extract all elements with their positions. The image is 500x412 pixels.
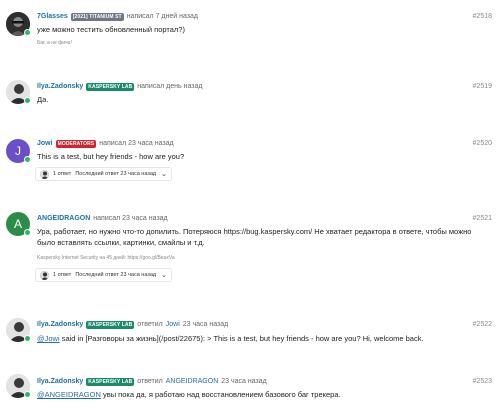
- avatar[interactable]: [6, 12, 32, 38]
- post-number[interactable]: #2521: [473, 214, 492, 223]
- mention-link[interactable]: @ANGEIDRAGON: [37, 390, 101, 399]
- username-link[interactable]: Jowi: [37, 139, 53, 148]
- online-dot-icon: [24, 335, 31, 342]
- post-signature: Баг, а не фича!: [37, 40, 72, 46]
- avatar[interactable]: [6, 318, 32, 344]
- chevron-down-icon: ⌄: [161, 272, 167, 279]
- username-link[interactable]: Ilya.Zadonsky: [37, 320, 83, 329]
- online-dot-icon: [24, 97, 31, 104]
- post-meta: 7Glasses [2021] TITANIUM ST написал 7 дн…: [37, 12, 198, 21]
- replies-last: Последний ответ 23 часа назад: [75, 171, 157, 177]
- online-dot-icon: [24, 29, 31, 36]
- user-badge: [2021] TITANIUM ST: [70, 12, 124, 21]
- user-badge: KASPERSKY LAB: [86, 377, 135, 386]
- replies-count: 1 ответ: [53, 171, 72, 177]
- post-time[interactable]: написал 23 часа назад: [93, 214, 167, 223]
- post-body: Ура, работает, но нужно что-то допилить.…: [37, 227, 472, 247]
- post-time[interactable]: написал день назад: [137, 82, 202, 91]
- post-meta: Ilya.Zadonsky KASPERSKY LAB ответил ANGE…: [37, 377, 267, 386]
- post-number[interactable]: #2523: [473, 377, 492, 386]
- reply-action: ответил: [137, 321, 163, 328]
- reply-target-link[interactable]: ANGEIDRAGON: [166, 377, 219, 386]
- avatar[interactable]: [6, 374, 32, 400]
- avatar[interactable]: [6, 80, 32, 106]
- post-text: увы пока да, я работаю над восстановлени…: [100, 390, 341, 399]
- post-body: @Jowi said in [Разговоры за жизнь](/post…: [37, 333, 490, 344]
- post-body: @ANGEIDRAGON увы пока да, я работаю над …: [37, 389, 490, 400]
- avatar[interactable]: J: [6, 139, 32, 165]
- post-time[interactable]: 23 часа назад: [183, 320, 228, 329]
- username-link[interactable]: 7Glasses: [37, 12, 68, 21]
- online-dot-icon: [24, 156, 31, 163]
- user-badge: KASPERSKY LAB: [86, 82, 135, 91]
- post-body: Да.: [37, 95, 49, 104]
- post-body: This is a test, but hey friends - how ar…: [37, 152, 185, 161]
- post-signature: Kaspersky Internet Security на 45 дней: …: [37, 255, 175, 261]
- post-time[interactable]: 23 часа назад: [221, 377, 266, 386]
- username-link[interactable]: Ilya.Zadonsky: [37, 377, 83, 386]
- user-badge: KASPERSKY LAB: [86, 320, 135, 329]
- replies-last: Последний ответ 23 часа назад: [75, 272, 157, 278]
- online-dot-icon: [24, 229, 31, 236]
- username-link[interactable]: ANGEIDRAGON: [37, 214, 90, 223]
- post-text: said in [Разговоры за жизнь](/post/22675…: [59, 334, 424, 343]
- reply-avatar: [40, 270, 49, 280]
- post-number[interactable]: #2522: [473, 320, 492, 329]
- replies-count: 1 ответ: [53, 272, 72, 278]
- reply-action: ответил: [137, 378, 163, 385]
- post-body: уже можно тестить обновленный портал?): [37, 25, 185, 34]
- replies-button[interactable]: 1 ответ Последний ответ 23 часа назад ⌄: [35, 268, 172, 282]
- post-meta: Ilya.Zadonsky KASPERSKY LAB ответил Jowi…: [37, 320, 228, 329]
- post-number[interactable]: #2519: [473, 82, 492, 91]
- user-badge: MODERATORS: [55, 139, 97, 148]
- post-time[interactable]: написал 23 часа назад: [99, 139, 173, 148]
- post-number[interactable]: #2518: [473, 12, 492, 21]
- post-meta: Ilya.Zadonsky KASPERSKY LAB написал день…: [37, 82, 202, 91]
- post-meta: Jowi MODERATORS написал 23 часа назад: [37, 139, 174, 148]
- reply-target-link[interactable]: Jowi: [166, 320, 180, 329]
- replies-button[interactable]: 1 ответ Последний ответ 23 часа назад ⌄: [35, 167, 172, 181]
- post-time[interactable]: написал 7 дней назад: [127, 12, 198, 21]
- post-meta: ANGEIDRAGON написал 23 часа назад: [37, 214, 168, 223]
- reply-avatar: [40, 169, 49, 179]
- username-link[interactable]: Ilya.Zadonsky: [37, 82, 83, 91]
- online-dot-icon: [24, 391, 31, 398]
- mention-link[interactable]: @Jowi: [37, 334, 60, 343]
- post-number[interactable]: #2520: [473, 139, 492, 148]
- avatar[interactable]: A: [6, 212, 32, 238]
- chevron-down-icon: ⌄: [161, 171, 167, 178]
